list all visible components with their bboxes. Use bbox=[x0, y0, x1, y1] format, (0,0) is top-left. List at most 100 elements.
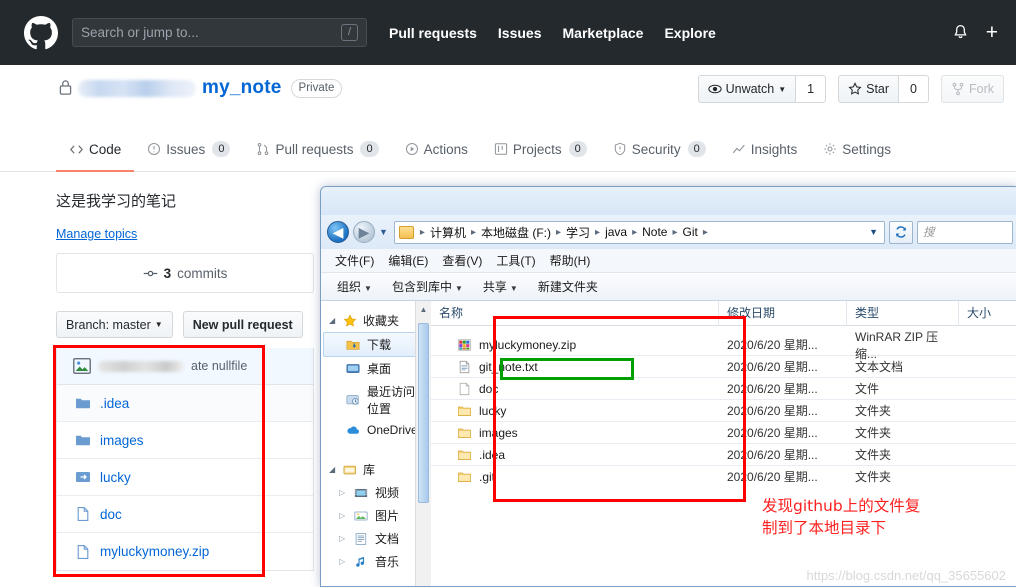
history-chevron-down-icon[interactable]: ▼ bbox=[379, 227, 388, 237]
nav-marketplace[interactable]: Marketplace bbox=[563, 25, 644, 41]
explorer-titlebar[interactable] bbox=[321, 187, 1016, 215]
tab-insights[interactable]: Insights bbox=[719, 137, 811, 171]
chevron-collapsed-icon[interactable]: ▷ bbox=[339, 534, 347, 543]
file-name[interactable]: .idea bbox=[100, 396, 129, 411]
scroll-up-arrow-icon[interactable]: ▲ bbox=[416, 301, 431, 314]
sidebar-item-downloads[interactable]: 下载 bbox=[323, 332, 427, 357]
github-mark-icon[interactable] bbox=[24, 15, 58, 50]
search-input[interactable] bbox=[81, 25, 331, 40]
folder-icon bbox=[458, 428, 471, 438]
repository-name[interactable]: my_note bbox=[202, 77, 282, 99]
search-box[interactable]: / bbox=[72, 18, 367, 47]
file-row-images[interactable]: images bbox=[57, 422, 313, 459]
watch-button-group[interactable]: Unwatch ▼ 1 bbox=[697, 75, 827, 103]
fork-button-group[interactable]: Fork bbox=[941, 75, 1004, 103]
explorer-row-doc[interactable]: doc 2020/6/20 星期... 文件 bbox=[431, 378, 1016, 399]
file-row-myluckymoney-zip[interactable]: myluckymoney.zip bbox=[57, 533, 313, 570]
menu-edit[interactable]: 编辑(E) bbox=[388, 252, 428, 269]
nav-issues[interactable]: Issues bbox=[498, 25, 542, 41]
file-name[interactable]: myluckymoney.zip bbox=[100, 544, 209, 559]
create-new-icon[interactable]: + bbox=[986, 22, 998, 43]
fork-button[interactable]: Fork bbox=[941, 75, 1004, 103]
explorer-search-input[interactable]: 搜 bbox=[917, 220, 1013, 244]
file-name[interactable]: lucky bbox=[100, 470, 131, 485]
commits-summary[interactable]: 3 commits bbox=[56, 253, 314, 293]
toolbar-organize[interactable]: 组织 ▼ bbox=[337, 278, 372, 295]
column-header-size[interactable]: 大小 bbox=[959, 301, 1016, 326]
toolbar-include-in-library[interactable]: 包含到库中 ▼ bbox=[392, 278, 463, 295]
chevron-collapsed-icon[interactable]: ▷ bbox=[339, 511, 347, 520]
breadcrumb-item[interactable]: Git bbox=[681, 224, 700, 240]
explorer-row-idea[interactable]: .idea 2020/6/20 星期... 文件夹 bbox=[431, 444, 1016, 465]
explorer-row-git-note-txt[interactable]: git_note.txt 2020/6/20 星期... 文本文档 bbox=[431, 356, 1016, 377]
forward-arrow-icon[interactable]: ▶ bbox=[353, 221, 375, 243]
star-button[interactable]: Star bbox=[838, 75, 900, 103]
back-arrow-icon[interactable]: ◀ bbox=[327, 221, 349, 243]
file-row-lucky[interactable]: lucky bbox=[57, 459, 313, 496]
tab-security[interactable]: Security 0 bbox=[600, 137, 719, 171]
chevron-down-icon: ▼ bbox=[778, 84, 787, 94]
file-name[interactable]: images bbox=[100, 433, 144, 448]
chevron-expanded-icon[interactable]: ◢ bbox=[329, 465, 337, 474]
tab-actions[interactable]: Actions bbox=[392, 137, 481, 171]
file-name[interactable]: doc bbox=[100, 507, 122, 522]
toolbar-new-folder[interactable]: 新建文件夹 bbox=[538, 278, 598, 295]
commit-message[interactable]: ate nullfile bbox=[191, 359, 247, 373]
tab-settings[interactable]: Settings bbox=[810, 137, 904, 171]
tab-projects[interactable]: Projects 0 bbox=[481, 137, 600, 171]
commit-author-blurred bbox=[98, 360, 184, 372]
menu-tools[interactable]: 工具(T) bbox=[496, 252, 535, 269]
manage-topics-link[interactable]: Manage topics bbox=[56, 227, 137, 241]
scrollbar-thumb[interactable] bbox=[418, 323, 429, 503]
file-name-cell[interactable]: doc bbox=[431, 382, 719, 396]
explorer-row-lucky[interactable]: lucky 2020/6/20 星期... 文件夹 bbox=[431, 400, 1016, 421]
nav-pull-requests[interactable]: Pull requests bbox=[389, 25, 477, 41]
global-nav: Pull requests Issues Marketplace Explore bbox=[389, 25, 716, 41]
chevron-expanded-icon[interactable]: ◢ bbox=[329, 316, 337, 325]
toolbar-share[interactable]: 共享 ▼ bbox=[483, 278, 518, 295]
file-row-doc[interactable]: doc bbox=[57, 496, 313, 533]
explorer-row-images[interactable]: images 2020/6/20 星期... 文件夹 bbox=[431, 422, 1016, 443]
breadcrumb-item[interactable]: java bbox=[603, 224, 629, 240]
sidebar-scrollbar[interactable]: ▲ bbox=[415, 301, 431, 586]
nav-label: 音乐 bbox=[375, 555, 400, 569]
breadcrumb-item[interactable]: 计算机 bbox=[428, 223, 468, 242]
star-button-group[interactable]: Star 0 bbox=[838, 75, 929, 103]
breadcrumb-item[interactable]: 本地磁盘 (F:) bbox=[479, 223, 553, 242]
menu-help[interactable]: 帮助(H) bbox=[550, 252, 591, 269]
file-name-cell[interactable]: images bbox=[431, 426, 719, 440]
graph-icon bbox=[732, 144, 745, 154]
bell-icon[interactable] bbox=[952, 24, 968, 42]
tab-code[interactable]: Code bbox=[56, 137, 135, 172]
column-header-name[interactable]: 名称 bbox=[431, 300, 719, 326]
file-type: 文本文档 bbox=[855, 360, 904, 374]
unwatch-button[interactable]: Unwatch ▼ bbox=[697, 75, 797, 103]
breadcrumb-item[interactable]: 学习 bbox=[564, 223, 592, 242]
file-name-cell[interactable]: git_note.txt bbox=[431, 360, 719, 374]
file-name-cell[interactable]: lucky bbox=[431, 404, 719, 418]
file-row-idea[interactable]: .idea bbox=[57, 385, 313, 422]
explorer-row-git[interactable]: .git 2020/6/20 星期... 文件夹 bbox=[431, 466, 1016, 487]
explorer-menubar: 文件(F) 编辑(E) 查看(V) 工具(T) 帮助(H) bbox=[321, 249, 1016, 273]
file-name-cell[interactable]: .git bbox=[431, 470, 719, 484]
tab-security-label: Security bbox=[631, 141, 681, 157]
explorer-row-myluckymoney-zip[interactable]: myluckymoney.zip 2020/6/20 星期... WinRAR … bbox=[431, 330, 1016, 361]
address-bar[interactable]: ▸ 计算机 ▸ 本地磁盘 (F:) ▸ 学习 ▸ java ▸ Note ▸ G… bbox=[393, 220, 885, 244]
menu-file[interactable]: 文件(F) bbox=[335, 252, 374, 269]
refresh-icon[interactable] bbox=[889, 220, 913, 244]
address-chevron-down-icon[interactable]: ▼ bbox=[869, 227, 880, 237]
menu-view[interactable]: 查看(V) bbox=[442, 252, 482, 269]
breadcrumb-item[interactable]: Note bbox=[640, 224, 669, 240]
branch-selector-button[interactable]: Branch: master ▼ bbox=[56, 311, 173, 338]
chevron-collapsed-icon[interactable]: ▷ bbox=[339, 488, 347, 497]
column-header-type[interactable]: 类型 bbox=[847, 300, 959, 326]
tab-issues[interactable]: Issues 0 bbox=[134, 137, 243, 171]
column-header-date[interactable]: 修改日期 bbox=[719, 300, 847, 326]
nav-explore[interactable]: Explore bbox=[664, 25, 715, 41]
chevron-collapsed-icon[interactable]: ▷ bbox=[339, 557, 347, 566]
eye-icon bbox=[707, 84, 722, 94]
file-name-cell[interactable]: .idea bbox=[431, 448, 719, 462]
tab-pull-requests[interactable]: Pull requests 0 bbox=[243, 137, 391, 171]
new-pull-request-button[interactable]: New pull request bbox=[182, 311, 303, 338]
file-name-cell[interactable]: myluckymoney.zip bbox=[431, 338, 719, 352]
